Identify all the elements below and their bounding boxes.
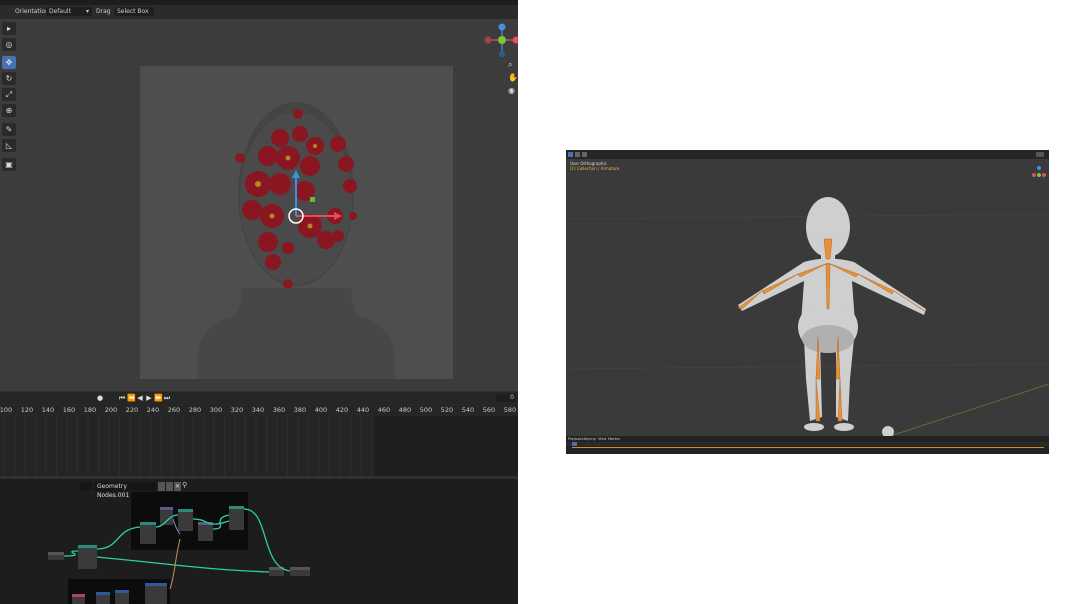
drag-dropdown[interactable]: Select Box	[114, 7, 154, 16]
node-links	[63, 508, 291, 590]
timeline-tick-label: 440	[356, 406, 370, 414]
navigation-gizmo[interactable]	[484, 22, 518, 62]
hand-pan-icon[interactable]: ✋	[508, 73, 518, 82]
right-header-bar	[566, 150, 1049, 159]
baby-mesh	[738, 197, 926, 436]
baby-armature-render	[566, 197, 1049, 436]
editor-type-icon[interactable]	[568, 152, 573, 157]
timeline-controls: ● ⏮ ⏪ ◀ ▶ ⏩ ⏭	[0, 392, 518, 404]
timeline-tick-label: 180	[83, 406, 97, 414]
record-icon[interactable]: ●	[96, 394, 104, 402]
cube-icon: ▣	[5, 160, 13, 169]
ruler-icon: ◺	[5, 141, 13, 150]
move-tool[interactable]: ✥	[2, 56, 16, 69]
scale-tool[interactable]: ⤢	[2, 88, 16, 101]
orientation-value: Default	[49, 8, 71, 15]
timeline-tick-label: 560	[482, 406, 496, 414]
timeline-tick-label: 420	[335, 406, 349, 414]
timeline-tick-label: 240	[146, 406, 160, 414]
camera-icon[interactable]: ◉	[508, 86, 515, 95]
select-box-tool[interactable]: ▸	[2, 22, 16, 35]
keyframe-row	[572, 447, 1044, 448]
camera-view-frame	[140, 66, 453, 379]
blender-window-right: User Orthographic (1) Collection | Armat…	[566, 150, 1049, 454]
cursor-tool[interactable]: ◎	[2, 38, 16, 51]
timeline-tick-label: 540	[461, 406, 475, 414]
timeline-ruler[interactable]: 100 120 140 160 180 200 220 240 260 280 300 320 340 3…	[0, 404, 518, 416]
current-frame-field[interactable]: 0	[496, 394, 516, 402]
timeline-tick-label: 400	[314, 406, 328, 414]
drag-label: Drag	[96, 8, 111, 15]
add-cube-tool[interactable]: ▣	[2, 158, 16, 171]
annotate-tool[interactable]: ✎	[2, 123, 16, 136]
timeline-tick-label: 260	[167, 406, 181, 414]
transform-icon: ⊕	[5, 106, 13, 115]
timeline-tick-label: 120	[20, 406, 34, 414]
timeline-tick-label: 280	[188, 406, 202, 414]
jump-end-icon[interactable]: ⏭	[163, 394, 171, 402]
timeline-tick-label: 200	[104, 406, 118, 414]
move-arrows-icon: ✥	[5, 58, 13, 67]
head-render	[198, 102, 395, 379]
right-3d-viewport[interactable]: User Orthographic (1) Collection | Armat…	[566, 159, 1049, 436]
timeline-tick-label: 320	[230, 406, 244, 414]
timeline-tick-label: 360	[272, 406, 286, 414]
timeline-tick-label: 460	[377, 406, 391, 414]
timeline-tick-label: 500	[419, 406, 433, 414]
playback-menu[interactable]: Playback	[568, 437, 584, 441]
timeline-tick-label: 520	[440, 406, 454, 414]
zoom-icon[interactable]: ⌕	[508, 60, 512, 70]
scale-icon: ⤢	[5, 90, 13, 99]
timeline-tick-label: 300	[209, 406, 223, 414]
timeline-out-of-range	[375, 416, 518, 476]
orientation-dropdown[interactable]: Default ▾	[46, 7, 92, 16]
transform-tool[interactable]: ⊕	[2, 104, 16, 117]
keying-menu[interactable]: Keying	[584, 437, 596, 441]
view-nav-icons: ⌕ ✋ ◉	[508, 60, 518, 100]
chevron-down-icon: ▾	[85, 8, 89, 15]
next-keyframe-icon[interactable]: ⏩	[154, 394, 163, 402]
timeline-tick-label: 340	[251, 406, 265, 414]
timeline-tick-label: 480	[398, 406, 412, 414]
prev-keyframe-icon[interactable]: ⏪	[127, 394, 136, 402]
cursor-arrow-icon: ▸	[6, 24, 11, 33]
viewport-header: Orientation Default ▾ Drag Select Box	[0, 5, 518, 19]
marker-menu[interactable]: Marker	[608, 437, 620, 441]
view-icon[interactable]	[582, 152, 587, 157]
timeline-tick-label: 160	[62, 406, 76, 414]
timeline-tick-label: 580	[503, 406, 517, 414]
options-button[interactable]	[1036, 152, 1044, 157]
right-timeline[interactable]: Playback Keying View Marker	[566, 436, 1049, 454]
play-icon[interactable]: ▶	[145, 394, 153, 402]
timeline-tick-label: 220	[125, 406, 139, 414]
rotate-tool[interactable]: ↻	[2, 72, 16, 85]
mode-icon[interactable]	[575, 152, 580, 157]
tool-shelf: ▸ ◎ ✥ ↻ ⤢ ⊕ ✎ ◺ ▣	[1, 22, 17, 174]
jump-start-icon[interactable]: ⏮	[118, 394, 126, 402]
timeline-tick-label: 380	[293, 406, 307, 414]
playhead[interactable]	[572, 442, 577, 446]
timeline-tick-label: 100	[0, 406, 13, 414]
measure-tool[interactable]: ◺	[2, 139, 16, 152]
view-menu[interactable]: View	[598, 437, 606, 441]
pencil-icon: ✎	[5, 125, 13, 134]
rotate-icon: ↻	[5, 74, 13, 83]
right-navigation-gizmo[interactable]	[1032, 165, 1046, 185]
orientation-label: Orientation	[15, 8, 49, 15]
right-timeline-ruler[interactable]	[566, 442, 1049, 446]
play-reverse-icon[interactable]: ◀	[136, 394, 144, 402]
crosshair-icon: ◎	[5, 40, 13, 49]
drag-value: Select Box	[117, 8, 149, 15]
timeline-tick-label: 140	[41, 406, 55, 414]
blender-window-left: Orientation Default ▾ Drag Select Box ▸ …	[0, 0, 518, 604]
